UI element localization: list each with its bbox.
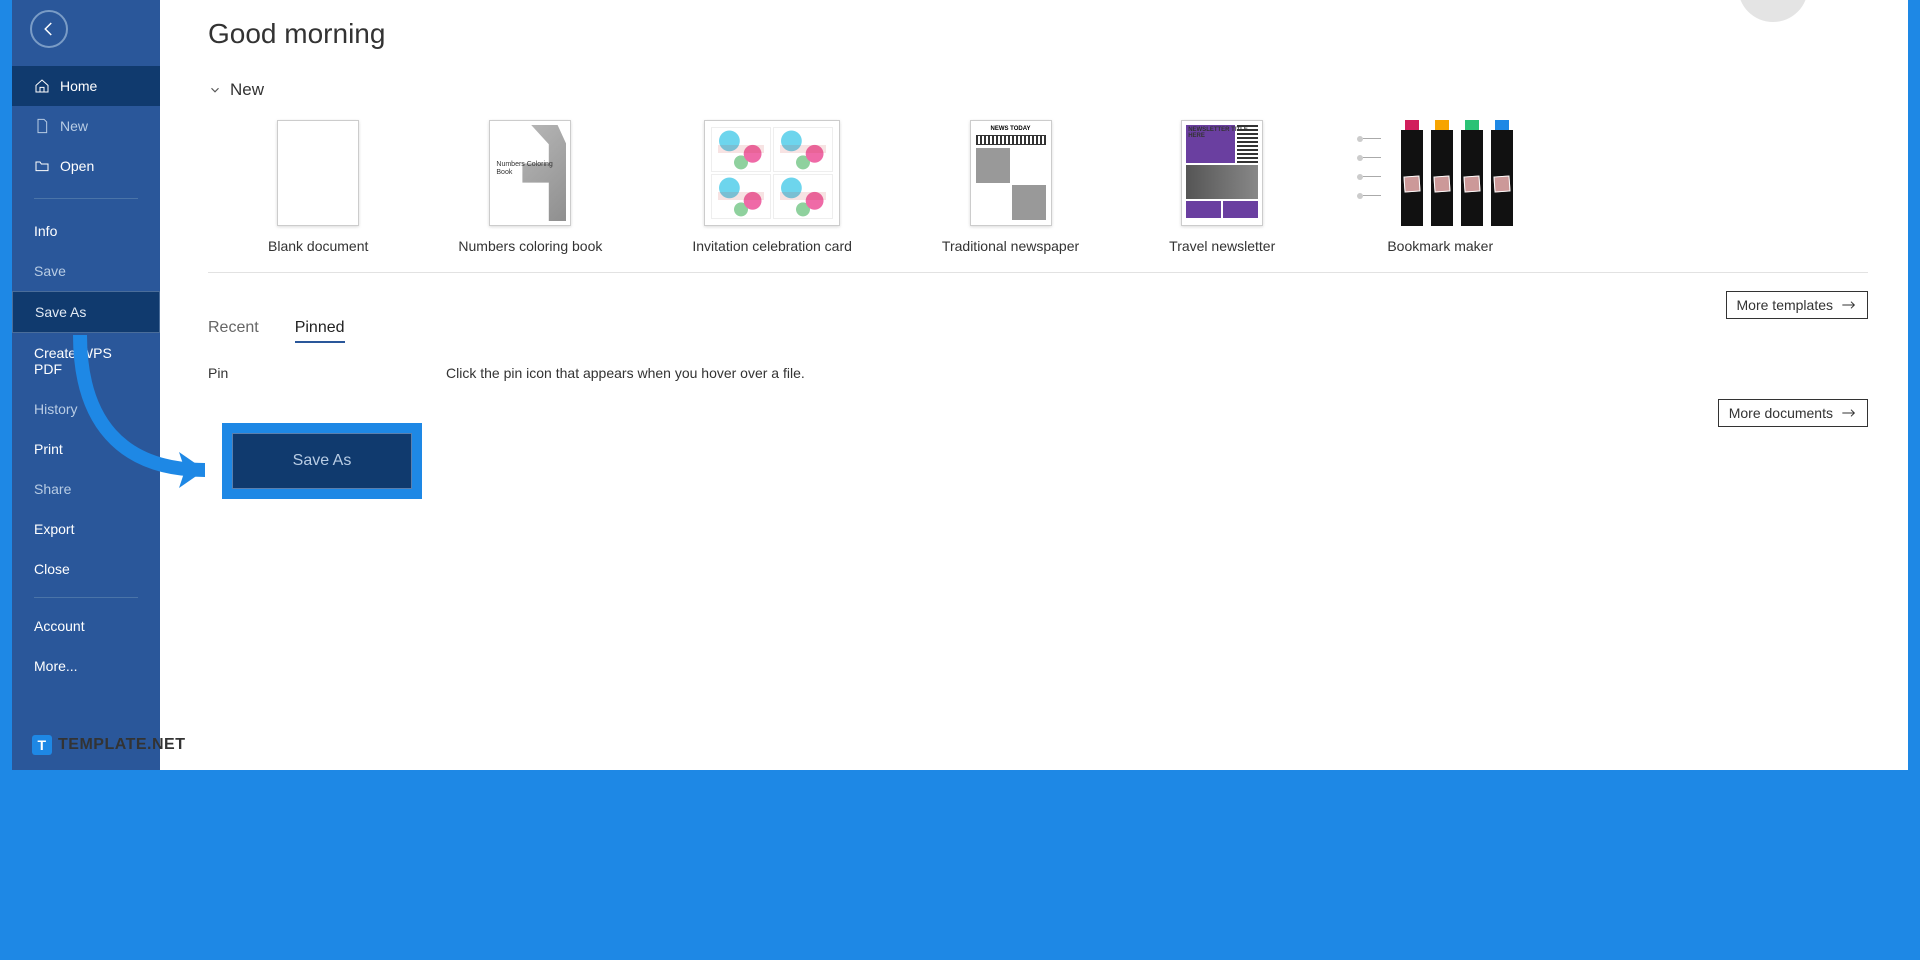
logo-icon: T [32, 735, 52, 755]
more-documents-link[interactable]: More documents [1718, 399, 1868, 427]
divider [34, 198, 138, 199]
arrow-right-icon [1841, 407, 1857, 419]
arrow-right-icon [1841, 299, 1857, 311]
template-thumb [1365, 120, 1515, 226]
nav-create-wps-pdf[interactable]: Create WPS PDF [12, 333, 160, 389]
tab-pinned[interactable]: Pinned [295, 319, 345, 343]
template-numbers-coloring-book[interactable]: Numbers Coloring Book Numbers coloring b… [458, 120, 602, 254]
template-blank-document[interactable]: Blank document [268, 120, 368, 254]
sidebar: Home New Open Info Save Save As Create W… [12, 0, 160, 770]
nav-print[interactable]: Print [12, 429, 160, 469]
arrow-left-icon [40, 20, 58, 38]
watermark-logo: T TEMPLATE.NET [32, 735, 185, 755]
divider [34, 597, 138, 598]
document-icon [34, 118, 50, 134]
template-label: Numbers coloring book [458, 238, 602, 254]
callout-save-as: Save As [222, 423, 422, 499]
template-label: Traditional newspaper [942, 238, 1079, 254]
page-title: Good morning [208, 18, 1868, 50]
template-thumb: NEWSLETTER TITLE HERE [1181, 120, 1263, 226]
nav-info[interactable]: Info [12, 211, 160, 251]
back-button[interactable] [30, 10, 68, 48]
template-label: Blank document [268, 238, 368, 254]
app-window: Home New Open Info Save Save As Create W… [12, 0, 1908, 770]
nav-export[interactable]: Export [12, 509, 160, 549]
template-bookmark-maker[interactable]: Bookmark maker [1365, 120, 1515, 254]
tab-recent[interactable]: Recent [208, 319, 259, 343]
nav-open-label: Open [60, 158, 94, 174]
nav-home-label: Home [60, 78, 97, 94]
nav-new[interactable]: New [12, 106, 160, 146]
template-traditional-newspaper[interactable]: NEWS TODAY Traditional newspaper [942, 120, 1079, 254]
template-thumb [704, 120, 840, 226]
template-invitation-card[interactable]: Invitation celebration card [692, 120, 852, 254]
pinned-empty-message: Pin Click the pin icon that appears when… [208, 365, 1868, 381]
chevron-down-icon [208, 83, 222, 97]
template-thumb: NEWS TODAY [970, 120, 1052, 226]
new-section-label: New [230, 80, 264, 100]
nav-share[interactable]: Share [12, 469, 160, 509]
nav-close[interactable]: Close [12, 549, 160, 589]
template-label: Invitation celebration card [692, 238, 852, 254]
nav-new-label: New [60, 118, 88, 134]
new-section-header[interactable]: New [208, 80, 1868, 100]
separator [208, 272, 1868, 273]
main-panel: Good morning New Blank document Numbers … [160, 0, 1908, 770]
template-thumb: Numbers Coloring Book [489, 120, 571, 226]
template-thumb [277, 120, 359, 226]
template-row: Blank document Numbers Coloring Book Num… [268, 120, 1868, 254]
template-label: Travel newsletter [1169, 238, 1275, 254]
template-travel-newsletter[interactable]: NEWSLETTER TITLE HERE Travel newsletter [1169, 120, 1275, 254]
nav-open[interactable]: Open [12, 146, 160, 186]
nav-account[interactable]: Account [12, 606, 160, 646]
nav-history[interactable]: History [12, 389, 160, 429]
nav-home[interactable]: Home [12, 66, 160, 106]
more-templates-link[interactable]: More templates [1726, 291, 1868, 319]
nav-save-as[interactable]: Save As [12, 291, 160, 333]
watermark-text: TEMPLATE.NET [58, 736, 185, 754]
home-icon [34, 78, 50, 94]
folder-icon [34, 158, 50, 174]
document-tabs: Recent Pinned [208, 319, 1868, 343]
nav-more[interactable]: More... [12, 646, 160, 686]
nav-save[interactable]: Save [12, 251, 160, 291]
callout-label: Save As [232, 433, 412, 489]
template-label: Bookmark maker [1387, 238, 1493, 254]
